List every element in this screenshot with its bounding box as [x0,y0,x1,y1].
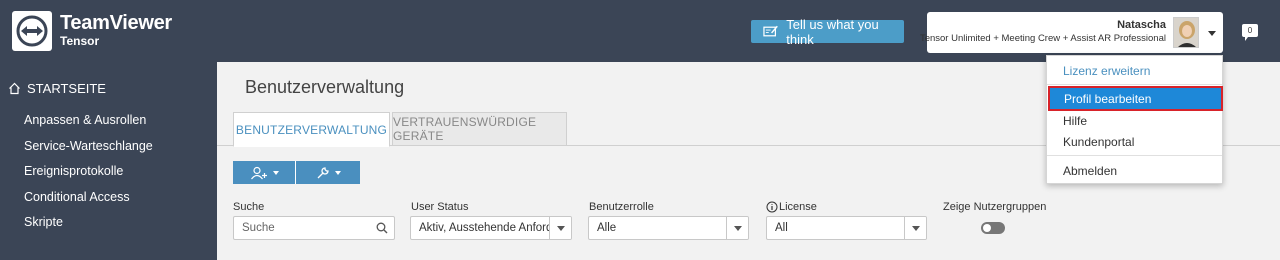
feedback-button[interactable]: Tell us what you think [751,17,904,47]
search-label: Suche [233,201,265,213]
license-value: All [775,222,788,234]
menu-item-edit-profile[interactable]: Profil bearbeiten [1048,86,1223,111]
info-icon[interactable] [766,201,778,213]
wrench-icon [317,166,329,178]
tab-trusted-devices[interactable]: VERTRAUENSWÜRDIGE GERÄTE [392,112,567,146]
brand-name-rest: Viewer [109,12,173,34]
menu-item-logout[interactable]: Abmelden [1063,164,1117,178]
chevron-down-icon [1208,31,1216,36]
add-user-icon [250,166,267,179]
license-label-wrap: License [766,201,817,213]
menu-item-customer-portal[interactable]: Kundenportal [1063,135,1134,149]
user-role-select[interactable]: Alle [588,216,749,240]
license-select[interactable]: All [766,216,927,240]
add-user-button[interactable] [233,161,296,184]
feedback-icon [763,25,778,37]
sidebar-home[interactable]: STARTSEITE [8,81,106,96]
user-status-value: Aktiv, Ausstehende Anforden [419,222,551,234]
user-role-value: Alle [597,222,617,234]
user-status-select[interactable]: Aktiv, Ausstehende Anforden [410,216,572,240]
user-status-label: User Status [411,201,469,213]
menu-item-help[interactable]: Hilfe [1063,114,1087,128]
menu-divider [1047,84,1222,85]
chevron-down-icon [904,217,926,239]
user-license: Tensor Unlimited + Meeting Crew + Assist… [919,33,1166,44]
notification-icon[interactable]: 0 [1242,24,1258,41]
user-dropdown-menu: Lizenz erweitern Profil bearbeiten Hilfe… [1046,55,1223,184]
top-bar: TeamViewer Tensor Tell us what you think… [0,0,1280,62]
user-account-menu[interactable]: Natascha Tensor Unlimited + Meeting Crew… [920,12,1223,53]
sidebar-item-event-logs[interactable]: Ereignisprotokolle [24,164,123,178]
menu-divider [1047,155,1222,156]
menu-item-extend-license[interactable]: Lizenz erweitern [1063,64,1150,78]
user-role-label: Benutzerrolle [589,201,654,213]
brand-name: TeamViewer [60,12,172,34]
user-groups-label: Zeige Nutzergruppen [943,201,1047,213]
tab-user-management[interactable]: BENUTZERVERWALTUNG [233,112,390,147]
user-name: Natascha [1117,19,1166,31]
notification-count: 0 [1247,26,1253,35]
sidebar-item-service-queue[interactable]: Service-Warteschlange [24,139,153,153]
action-button-group [233,161,360,184]
chevron-down-icon [272,170,279,175]
search-icon [376,222,388,237]
page-title: Benutzerverwaltung [245,77,405,97]
search-input[interactable]: Suche [233,216,395,240]
feedback-label: Tell us what you think [786,16,879,47]
chevron-down-icon [334,170,341,175]
chevron-down-icon [726,217,748,239]
home-icon [9,82,20,95]
sidebar: STARTSEITE Anpassen & Ausrollen Service-… [0,62,217,260]
tools-button[interactable] [296,161,360,184]
teamviewer-logo-icon[interactable] [12,11,52,51]
sidebar-home-label: STARTSEITE [27,81,106,96]
brand: TeamViewer Tensor [60,12,172,48]
avatar [1173,17,1199,48]
sidebar-item-conditional-access[interactable]: Conditional Access [24,190,130,204]
sidebar-item-scripts[interactable]: Skripte [24,215,63,229]
user-groups-toggle[interactable] [981,222,1005,234]
brand-subtitle: Tensor [60,34,100,48]
license-label: License [779,201,817,213]
chevron-down-icon [549,217,571,239]
brand-name-bold: Team [60,12,110,34]
sidebar-item-anpassen[interactable]: Anpassen & Ausrollen [24,113,146,127]
search-placeholder: Suche [242,222,275,234]
